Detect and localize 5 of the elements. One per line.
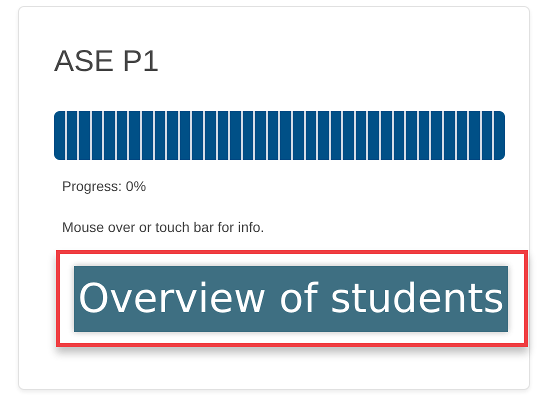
progress-text: Progress: 0% bbox=[61, 177, 148, 196]
progress-bar[interactable] bbox=[54, 111, 505, 160]
overview-button[interactable]: Overview of students bbox=[74, 266, 508, 332]
course-title: ASE P1 bbox=[54, 47, 160, 77]
info-hint: Mouse over or touch bar for info. bbox=[61, 218, 266, 237]
